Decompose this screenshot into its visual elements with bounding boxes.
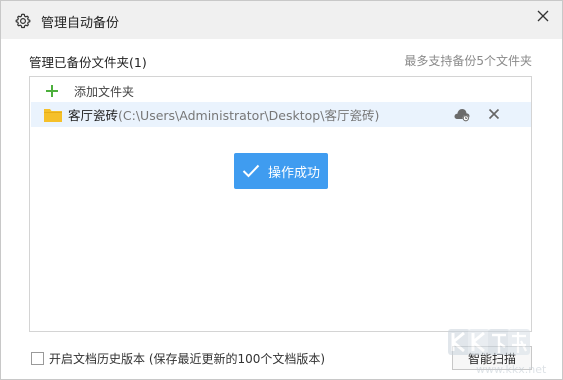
checkbox-box[interactable] [31, 352, 44, 365]
success-toast: 操作成功 [234, 153, 328, 189]
cloud-sync-icon[interactable] [453, 107, 471, 122]
add-folder-button[interactable]: 添加文件夹 [44, 81, 134, 101]
gear-icon [15, 13, 31, 29]
checkmark-icon [242, 164, 260, 178]
section-title: 管理已备份文件夹(1) [29, 55, 147, 70]
window-title: 管理自动备份 [41, 16, 120, 31]
close-button[interactable] [532, 5, 554, 27]
history-version-checkbox[interactable]: 开启文档历史版本 (保存最近更新的100个文档版本) [31, 350, 325, 367]
backup-manager-window: 管理自动备份 管理已备份文件夹(1) 最多支持备份5个文件夹 添加文件夹 客厅瓷… [0, 0, 563, 380]
folder-icon [44, 108, 62, 122]
watermark-url: www.kkx.net [476, 363, 547, 376]
folder-list-panel: 添加文件夹 客厅瓷砖 (C:\Users\Administrator\Deskt… [29, 76, 532, 332]
add-folder-label: 添加文件夹 [74, 84, 135, 99]
folder-list-item[interactable]: 客厅瓷砖 (C:\Users\Administrator\Desktop\客厅瓷… [31, 102, 531, 127]
folder-path: (C:\Users\Administrator\Desktop\客厅瓷砖) [118, 108, 380, 123]
title-bar: 管理自动备份 [1, 1, 562, 39]
close-icon [537, 10, 549, 22]
max-folders-hint: 最多支持备份5个文件夹 [404, 54, 532, 68]
plus-icon [46, 85, 58, 97]
history-version-label: 开启文档历史版本 (保存最近更新的100个文档版本) [49, 352, 326, 366]
remove-icon[interactable] [488, 108, 500, 120]
toast-message: 操作成功 [267, 165, 320, 181]
folder-name: 客厅瓷砖 [68, 108, 119, 123]
watermark-logo: www.kkx.net [448, 329, 547, 376]
